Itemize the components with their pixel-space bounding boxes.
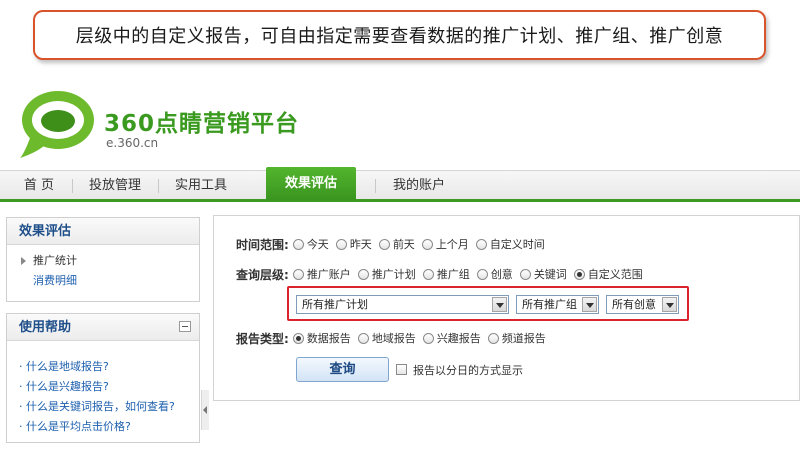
help-link-region-report[interactable]: · 什么是地域报告? — [15, 357, 199, 377]
nav-divider — [158, 179, 159, 193]
radio-plan[interactable] — [357, 268, 369, 280]
query-level-label: 查询层级: — [236, 267, 289, 282]
group-select[interactable]: 所有推广组 — [516, 295, 599, 314]
nav-home[interactable]: 首 页 — [14, 171, 64, 200]
creative-select-value: 所有创意 — [612, 298, 656, 311]
report-type-label: 报告类型: — [236, 331, 289, 346]
nav-campaign-management[interactable]: 投放管理 — [80, 171, 150, 200]
option-label: 自定义时间 — [489, 238, 545, 251]
creative-select[interactable]: 所有创意 — [606, 295, 679, 314]
chevron-down-icon — [582, 297, 597, 312]
radio-interest-report[interactable] — [422, 332, 434, 344]
sidebar-help-panel: 使用帮助 · 什么是地域报告? · 什么是兴趣报告? · 什么是关键词报告，如何… — [6, 313, 200, 443]
radio-day-before[interactable] — [378, 238, 390, 250]
nav-divider — [375, 179, 376, 193]
logo-url: e.360.cn — [106, 136, 159, 150]
option-label: 关键词 — [533, 268, 567, 281]
query-level-row: 查询层级: 推广账户 推广计划 推广组 创意 关键词 自定义范围 — [236, 266, 650, 282]
daily-breakdown-checkbox[interactable] — [396, 364, 407, 375]
option-label: 自定义范围 — [587, 268, 643, 281]
radio-custom-range[interactable] — [573, 268, 585, 280]
instruction-callout: 层级中的自定义报告，可自由指定需要查看数据的推广计划、推广组、推广创意 — [33, 10, 766, 60]
chevron-down-icon — [662, 297, 677, 312]
radio-keyword[interactable] — [519, 268, 531, 280]
option-label: 昨天 — [349, 238, 372, 251]
option-label: 推广计划 — [371, 268, 416, 281]
radio-account[interactable] — [292, 268, 304, 280]
nav-divider — [72, 179, 73, 193]
query-button[interactable]: 查询 — [296, 357, 389, 382]
group-select-value: 所有推广组 — [522, 298, 577, 311]
sidebar-item-promotion-stats[interactable]: 推广统计 — [21, 251, 199, 271]
option-label: 推广组 — [436, 268, 470, 281]
option-label: 前天 — [392, 238, 415, 251]
collapse-icon[interactable] — [179, 321, 191, 332]
radio-last-month[interactable] — [421, 238, 433, 250]
help-link-keyword-report[interactable]: · 什么是关键词报告，如何查看? — [15, 397, 199, 417]
help-link-avg-cpc[interactable]: · 什么是平均点击价格? — [15, 417, 199, 437]
option-label: 上个月 — [435, 238, 469, 251]
nav-tools[interactable]: 实用工具 — [166, 171, 236, 200]
radio-custom-time[interactable] — [475, 238, 487, 250]
plan-select-value: 所有推广计划 — [302, 298, 368, 311]
plan-select[interactable]: 所有推广计划 — [296, 295, 509, 314]
logo[interactable]: 360点睛营销平台 e.360.cn — [18, 88, 318, 158]
radio-yesterday[interactable] — [335, 238, 347, 250]
option-label: 推广账户 — [306, 268, 351, 281]
option-label: 兴趣报告 — [436, 332, 481, 345]
triangle-right-icon — [21, 257, 26, 265]
chevron-down-icon — [492, 297, 507, 312]
main-nav: 首 页 投放管理 实用工具 效果评估 我的账户 — [0, 167, 800, 202]
sidebar-splitter[interactable] — [201, 390, 209, 430]
sidebar-item-label: 推广统计 — [33, 254, 77, 267]
sidebar-eval-panel: 效果评估 推广统计 消费明细 — [6, 217, 200, 302]
radio-today[interactable] — [292, 238, 304, 250]
nav-performance-evaluation[interactable]: 效果评估 — [266, 167, 356, 200]
sidebar-eval-title: 效果评估 — [7, 218, 199, 245]
360-logo-icon — [20, 91, 94, 158]
time-range-row: 时间范围: 今天 昨天 前天 上个月 自定义时间 — [236, 236, 552, 252]
radio-channel-report[interactable] — [487, 332, 499, 344]
option-label: 数据报告 — [306, 332, 351, 345]
radio-data-report[interactable] — [292, 332, 304, 344]
radio-group[interactable] — [422, 268, 434, 280]
callout-text: 层级中的自定义报告，可自由指定需要查看数据的推广计划、推广组、推广创意 — [75, 26, 724, 47]
daily-breakdown-label: 报告以分日的方式显示 — [413, 364, 523, 377]
chevron-left-icon — [203, 406, 207, 414]
report-type-row: 报告类型: 数据报告 地域报告 兴趣报告 频道报告 — [236, 330, 553, 346]
option-label: 今天 — [306, 238, 329, 251]
help-link-interest-report[interactable]: · 什么是兴趣报告? — [15, 377, 199, 397]
sidebar-help-header: 使用帮助 — [7, 314, 199, 341]
option-label: 频道报告 — [501, 332, 546, 345]
radio-creative[interactable] — [476, 268, 488, 280]
time-range-label: 时间范围: — [236, 237, 289, 252]
logo-title: 360点睛营销平台 — [104, 111, 300, 137]
radio-region-report[interactable] — [357, 332, 369, 344]
option-label: 地域报告 — [371, 332, 416, 345]
sidebar-link-spend-details[interactable]: 消费明细 — [21, 271, 199, 291]
sidebar-help-title: 使用帮助 — [19, 320, 72, 335]
option-label: 创意 — [490, 268, 513, 281]
nav-my-account[interactable]: 我的账户 — [383, 171, 455, 200]
